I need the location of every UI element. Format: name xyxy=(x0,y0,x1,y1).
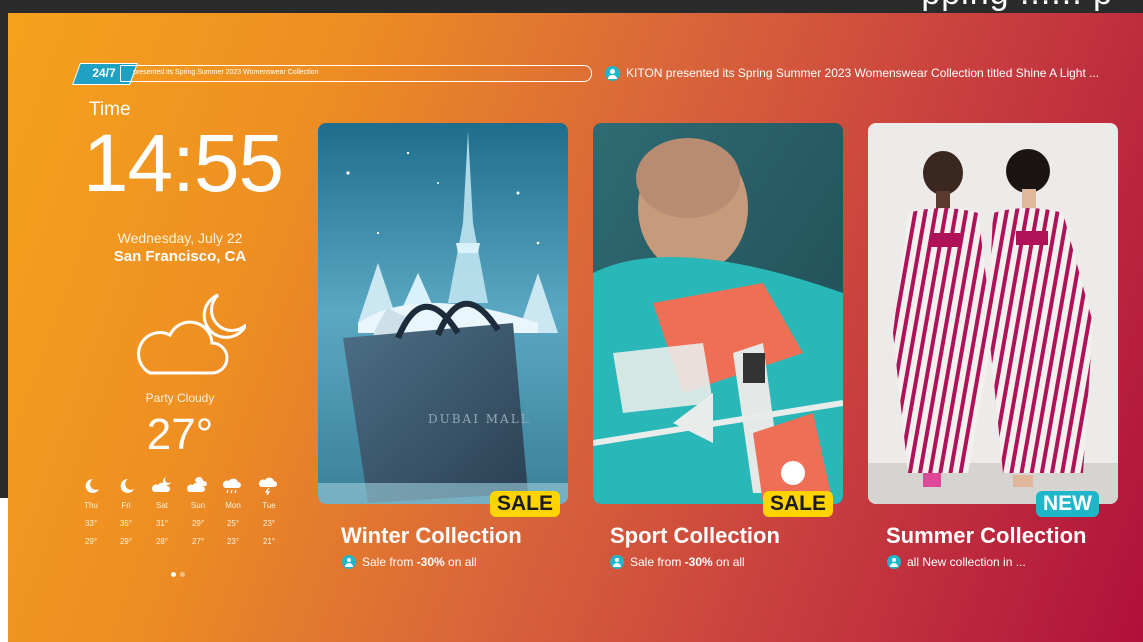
svg-text:DUBAI MALL: DUBAI MALL xyxy=(428,412,531,426)
winter-collection-image[interactable]: DUBAI MALL xyxy=(318,123,568,504)
sale-badge: SALE xyxy=(763,491,834,517)
weather-forecast: Thu 33° 29° Fri 35° 29° Sat 31° 28° Sun … xyxy=(80,475,280,559)
window-left-edge xyxy=(0,13,8,498)
clock-time: 14:55 xyxy=(82,118,284,209)
user-icon xyxy=(610,555,624,569)
subtitle-suffix: on all xyxy=(444,555,477,569)
storm-icon xyxy=(258,477,277,495)
clock-city: San Francisco, CA xyxy=(113,248,247,265)
forecast-day: Mon 25° 23° xyxy=(222,475,244,546)
sport-jacket-illustration xyxy=(593,123,843,504)
carousel-dot[interactable] xyxy=(180,572,185,577)
user-icon xyxy=(605,66,620,81)
card-subtitle: Sale from -30% on all xyxy=(362,555,477,569)
subtitle-prefix: all New collection in ... xyxy=(907,555,1026,569)
cloud-moon-icon xyxy=(137,293,246,375)
forecast-low: 27° xyxy=(191,537,205,546)
forecast-high: 25° xyxy=(226,519,240,528)
sport-collection-image[interactable] xyxy=(593,123,843,504)
weather-condition: Party Cloudy xyxy=(145,391,215,405)
forecast-day: Sun 29° 27° xyxy=(187,475,209,546)
forecast-day-name: Sat xyxy=(155,501,168,510)
forecast-low: 29° xyxy=(84,537,98,546)
moon-icon xyxy=(85,478,99,493)
cloudy-icon xyxy=(187,477,207,492)
forecast-low: 23° xyxy=(226,537,240,546)
forecast-high: 35° xyxy=(119,519,133,528)
window-title: pping ...... p xyxy=(921,0,1113,13)
user-icon xyxy=(887,555,901,569)
subtitle-discount: -30% xyxy=(416,555,445,569)
forecast-high: 31° xyxy=(155,519,169,528)
striped-outfits-illustration xyxy=(868,123,1118,504)
forecast-day: Tue 23° 21° xyxy=(258,475,280,546)
summer-collection-image[interactable] xyxy=(868,123,1118,504)
news-headline[interactable]: KITON presented its Spring Summer 2023 W… xyxy=(626,66,1099,80)
dubai-mall-bag-illustration: DUBAI MALL xyxy=(318,123,568,504)
cloud-moon-icon xyxy=(151,477,171,492)
forecast-day-name: Sun xyxy=(190,501,206,510)
forecast-high: 33° xyxy=(84,519,98,528)
moon-icon xyxy=(120,478,134,493)
summer-collection-title[interactable]: Summer Collection xyxy=(886,523,1086,549)
winter-collection-title[interactable]: Winter Collection xyxy=(341,523,522,549)
subtitle-prefix: Sale from xyxy=(362,555,417,569)
forecast-low: 29° xyxy=(119,537,133,546)
subtitle-discount: -30% xyxy=(684,555,713,569)
signage-screen: 24/7 presented its Spring Summer 2023 Wo… xyxy=(8,13,1143,642)
clock-date: Wednesday, July 22 xyxy=(117,230,243,246)
forecast-day-name: Mon xyxy=(225,501,241,510)
forecast-day: Sat 31° 28° xyxy=(151,475,173,546)
card-subtitle: all New collection in ... xyxy=(907,555,1026,569)
card-subtitle: Sale from -30% on all xyxy=(630,555,745,569)
sale-badge: SALE xyxy=(490,491,561,517)
new-badge: NEW xyxy=(1036,491,1099,517)
weather-temperature: 27° xyxy=(146,410,214,459)
forecast-low: 28° xyxy=(155,537,169,546)
forecast-day: Fri 35° 29° xyxy=(115,475,137,546)
window-top-bar: pping ...... p xyxy=(0,0,1143,13)
forecast-high: 23° xyxy=(262,519,276,528)
sport-collection-title[interactable]: Sport Collection xyxy=(610,523,780,549)
carousel-dot[interactable] xyxy=(171,572,176,577)
forecast-day: Thu 33° 29° xyxy=(80,475,102,546)
forecast-day-name: Fri xyxy=(121,501,131,510)
subtitle-prefix: Sale from xyxy=(630,555,685,569)
carousel-dots xyxy=(171,562,189,581)
user-icon xyxy=(342,555,356,569)
rain-icon xyxy=(222,478,241,494)
forecast-low: 21° xyxy=(262,537,276,546)
forecast-day-name: Thu xyxy=(84,501,98,510)
ticker-bar-text: presented its Spring Summer 2023 Womensw… xyxy=(133,69,319,76)
forecast-day-name: Tue xyxy=(262,501,276,510)
forecast-high: 29° xyxy=(191,519,205,528)
subtitle-suffix: on all xyxy=(712,555,745,569)
